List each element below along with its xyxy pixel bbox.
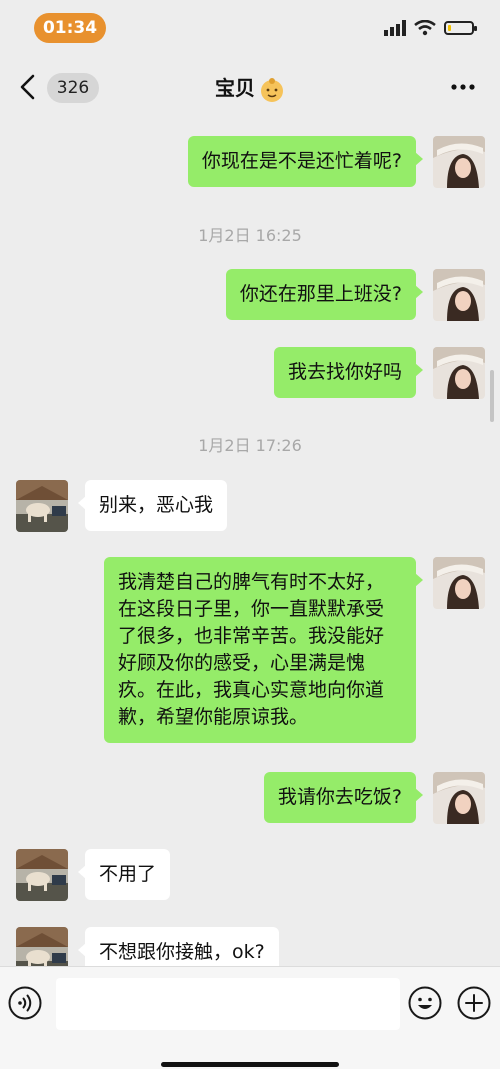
wifi-icon <box>414 20 436 36</box>
message-line: 疚。在此，我真心实意地向你道 <box>118 679 385 701</box>
message-line: 在这段日子里，你一直默默承受 <box>118 598 385 620</box>
my-avatar[interactable] <box>433 557 485 609</box>
my-avatar[interactable] <box>433 269 485 321</box>
my-avatar[interactable] <box>433 136 485 188</box>
more-dots-icon[interactable] <box>450 82 476 92</box>
message-text: 不用了 <box>99 863 157 885</box>
message-bubble-received[interactable]: 不想跟你接触，ok? <box>78 927 279 966</box>
chat-title-text: 宝贝 <box>215 76 255 100</box>
message-input[interactable] <box>56 978 400 1030</box>
status-icons <box>384 17 477 39</box>
baby-emoji-icon <box>261 77 283 102</box>
input-bar <box>0 966 500 1069</box>
message-bubble-sent[interactable]: 我去找你好吗 <box>273 347 424 398</box>
message-text: 我请你去吃饭? <box>277 786 402 808</box>
message-line: 好顾及你的感受，心里满是愧 <box>118 652 366 674</box>
message-list[interactable]: 你现在是不是还忙着呢? 1月2日 16:25 你还在那里上班没? 我去找你好吗 … <box>0 120 500 966</box>
nav-bar: 326 宝贝 <box>0 54 500 120</box>
chat-title[interactable]: 宝贝 <box>0 72 500 104</box>
message-bubble-received[interactable]: 不用了 <box>77 849 171 900</box>
contact-avatar[interactable] <box>16 849 68 901</box>
message-line: 我清楚自己的脾气有时不太好， <box>118 571 385 593</box>
message-text: 你现在是不是还忙着呢? <box>201 150 402 172</box>
timestamp: 1月2日 16:25 <box>198 226 302 245</box>
message-bubble-sent[interactable]: 你现在是不是还忙着呢? <box>187 136 424 187</box>
home-indicator <box>161 1062 339 1067</box>
contact-avatar[interactable] <box>16 927 68 966</box>
status-time: 01:34 <box>34 13 106 43</box>
my-avatar[interactable] <box>433 347 485 399</box>
timestamp: 1月2日 17:26 <box>198 436 302 455</box>
status-bar: 01:34 <box>0 0 500 54</box>
message-line: 了很多，也非常辛苦。我没能好 <box>118 625 385 647</box>
emoji-icon[interactable] <box>408 986 442 1020</box>
my-avatar[interactable] <box>433 772 485 824</box>
battery-icon <box>444 21 477 35</box>
message-text: 你还在那里上班没? <box>239 283 402 305</box>
message-bubble-sent[interactable]: 我请你去吃饭? <box>263 772 424 823</box>
message-bubble-sent[interactable]: 你还在那里上班没? <box>225 269 424 320</box>
message-text: 我去找你好吗 <box>287 361 402 383</box>
message-line: 歉，希望你能原谅我。 <box>118 706 309 728</box>
message-bubble-received[interactable]: 别来，恶心我 <box>77 480 228 531</box>
voice-icon[interactable] <box>8 986 42 1020</box>
contact-avatar[interactable] <box>16 480 68 532</box>
plus-icon[interactable] <box>457 986 491 1020</box>
message-text: 别来，恶心我 <box>99 494 214 516</box>
scrollbar[interactable] <box>490 370 494 422</box>
message-text: 不想跟你接触，ok? <box>99 941 265 963</box>
message-bubble-sent[interactable]: 我清楚自己的脾气有时不太好， 在这段日子里，你一直默默承受 了很多，也非常辛苦。… <box>104 557 423 743</box>
signal-icon <box>384 20 406 36</box>
